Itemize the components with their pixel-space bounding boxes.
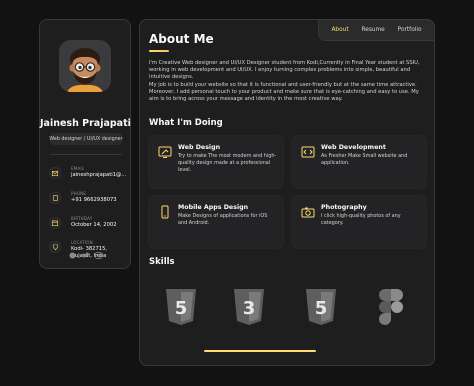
skill-glyph: 5 [315,298,328,319]
divider [50,154,122,155]
mail-icon [50,168,60,178]
code-icon [301,144,315,158]
service-title: Mobile Apps Design [178,204,249,211]
main-panel: About Resume Portfolio About Me I'm Crea… [139,19,435,366]
service-text: As Fresher Make Small website and applic… [321,153,408,166]
instagram-icon[interactable] [94,252,102,259]
service-card: Mobile Apps Design Make Designs of appli… [149,196,283,248]
phone-icon [50,193,60,203]
social-links [40,252,130,259]
mobile-icon [158,204,172,219]
figma-icon [370,285,412,329]
title-underline [149,50,169,52]
email-link[interactable]: jaineshprajapati1@... [71,172,131,179]
html5-icon: 5 [300,285,342,329]
css3-icon: 3 [228,285,270,329]
service-text: Try to make The most modern and high-qua… [178,153,277,173]
nav-about[interactable]: About [331,27,348,33]
navbar: About Resume Portfolio [318,19,435,41]
camera-icon [301,204,315,218]
github-icon[interactable] [69,252,76,259]
service-card: Web Development As Fresher Make Small we… [292,136,426,188]
skills-title: Skills [149,257,175,267]
html5-icon: 5 [160,285,202,329]
service-title: Web Development [321,144,386,151]
skill-glyph: 5 [175,298,188,319]
nav-resume[interactable]: Resume [362,27,385,33]
skill-glyph: 3 [243,298,256,319]
location-icon [50,242,60,252]
service-card: Photography I click high-quality photos … [292,196,426,248]
design-icon [158,144,172,158]
nav-portfolio[interactable]: Portfolio [398,27,422,33]
role-badge: Web designer / UI/UX designer [49,133,123,145]
service-title: Web Design [178,144,221,151]
services-title: What I'm Doing [149,118,223,128]
service-text: I click high-quality photos of any categ… [321,213,401,226]
phone-link[interactable]: +91 9662938073 [71,197,131,204]
calendar-icon [50,218,60,228]
profile-name: Jainesh Prajapati [40,118,131,129]
page-title: About Me [149,32,214,46]
sidebar: Jainesh Prajapati Web designer / UI/UX d… [39,19,131,269]
service-card: Web Design Try to make The most modern a… [149,136,283,188]
service-title: Photography [321,204,367,211]
scrollbar-thumb[interactable] [204,350,316,352]
service-text: Make Designs of applications for iOS and… [178,213,268,226]
skills-scrollbar[interactable] [204,350,316,352]
birthday-value: October 14, 2002 [71,222,117,228]
twitter-icon[interactable] [82,252,89,259]
about-paragraph: I'm Creative Web designer and UI/UX Desi… [149,60,420,81]
avatar [59,40,111,92]
about-paragraph: My job is to build your website so that … [149,82,419,103]
